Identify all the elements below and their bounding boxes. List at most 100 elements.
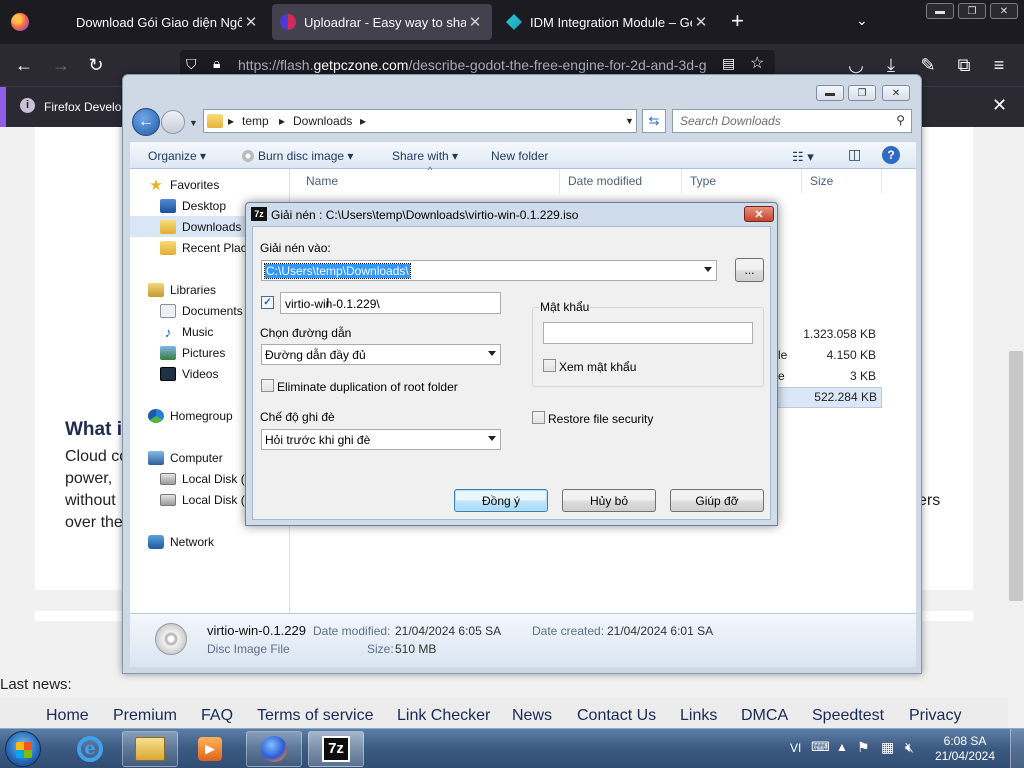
show-password-checkbox[interactable]: [543, 359, 556, 372]
eliminate-duplication-label[interactable]: Eliminate duplication of root folder: [277, 380, 458, 394]
column-header-date[interactable]: Date modified: [560, 169, 682, 193]
show-password-label[interactable]: Xem mật khẩu: [559, 360, 636, 374]
close-window-button[interactable]: ✕: [990, 3, 1018, 19]
footer-link-premium[interactable]: Premium: [113, 707, 177, 725]
dialog-title-bar[interactable]: 7z Giải nén : C:\Users\temp\Downloads\vi…: [246, 203, 777, 226]
address-bar[interactable]: ▸ temp ▸ Downloads ▸ ▼: [203, 109, 637, 133]
path-mode-select[interactable]: Đường dẫn đầy đủ: [261, 344, 501, 365]
tracking-shield-icon[interactable]: ⛉: [186, 56, 197, 73]
bookmark-star-icon[interactable]: ☆: [750, 53, 764, 73]
breadcrumb-separator-icon[interactable]: ▸: [279, 114, 285, 128]
forward-arrow-icon[interactable]: [161, 110, 185, 134]
pocket-icon[interactable]: ◡: [845, 54, 867, 76]
footer-link-home[interactable]: Home: [46, 707, 89, 725]
cancel-button[interactable]: Hủy bỏ: [562, 489, 656, 512]
footer-link-news[interactable]: News: [512, 707, 552, 725]
taskbar-ie[interactable]: e: [62, 731, 118, 767]
extract-to-combo[interactable]: C:\Users\temp\Downloads\: [261, 260, 717, 281]
tab-uploadrar[interactable]: Uploadrar - Easy way to share y ✕: [272, 4, 492, 40]
share-with-button[interactable]: Share with ▾: [392, 149, 458, 163]
clock[interactable]: 6:08 SA 21/04/2024: [930, 734, 1000, 764]
lock-icon[interactable]: 🔒︎: [213, 55, 220, 72]
explorer-close-button[interactable]: ✕: [882, 85, 910, 101]
column-header-name[interactable]: Name ^: [290, 165, 560, 193]
list-all-tabs-button[interactable]: ⌄: [856, 12, 868, 29]
preview-pane-icon[interactable]: ◫: [848, 146, 861, 163]
taskbar-firefox[interactable]: [246, 731, 302, 767]
search-input[interactable]: Search Downloads ⚲: [672, 109, 912, 133]
footer-link-speedtest[interactable]: Speedtest: [812, 707, 884, 725]
show-hidden-icons-icon[interactable]: ▲: [836, 740, 848, 754]
tab-close-icon[interactable]: ✕: [242, 13, 260, 31]
burn-disc-image-button[interactable]: Burn disc image ▾: [242, 149, 353, 163]
chevron-down-icon[interactable]: [488, 351, 496, 356]
reload-icon[interactable]: ↻: [85, 54, 107, 76]
start-button[interactable]: [5, 731, 41, 767]
minimize-window-button[interactable]: ▬: [926, 3, 954, 19]
help-icon[interactable]: ?: [882, 146, 900, 164]
change-view-icon[interactable]: ☷ ▾: [792, 149, 814, 165]
explorer-maximize-button[interactable]: ❐: [848, 85, 876, 101]
search-icon[interactable]: ⚲: [896, 113, 905, 127]
footer-link-privacy[interactable]: Privacy: [909, 707, 961, 725]
action-center-flag-icon[interactable]: ⚑: [857, 739, 870, 756]
recent-pages-dropdown-icon[interactable]: ▼: [189, 118, 198, 128]
tab-close-icon[interactable]: ✕: [692, 13, 710, 31]
footer-link-dmca[interactable]: DMCA: [741, 707, 788, 725]
download-icon[interactable]: ⤓: [880, 54, 902, 76]
footer-link-checker[interactable]: Link Checker: [397, 707, 490, 725]
browse-button[interactable]: ...: [735, 258, 764, 282]
tab-idm[interactable]: IDM Integration Module – Get th ✕: [498, 4, 718, 40]
column-header-type[interactable]: Type: [682, 169, 802, 193]
nav-favorites[interactable]: ★ Favorites: [130, 174, 290, 195]
page-scrollbar-thumb[interactable]: [1009, 351, 1023, 601]
footer-link-terms[interactable]: Terms of service: [257, 707, 373, 725]
eliminate-duplication-checkbox[interactable]: [261, 379, 274, 392]
subfolder-input[interactable]: virtio-win-0.1.229\ I: [280, 292, 501, 314]
restore-security-checkbox[interactable]: [532, 411, 545, 424]
footer-link-faq[interactable]: FAQ: [201, 707, 233, 725]
breadcrumb-temp[interactable]: temp: [242, 114, 269, 128]
breadcrumb-downloads[interactable]: Downloads: [293, 114, 352, 128]
explorer-minimize-button[interactable]: ▬: [816, 85, 844, 101]
dialog-close-button[interactable]: ✕: [744, 206, 774, 222]
address-dropdown-icon[interactable]: ▼: [625, 116, 634, 126]
menu-icon[interactable]: ≡: [988, 54, 1010, 76]
tab-download-goi[interactable]: Download Gói Giao diện Ngôn n ✕: [68, 4, 268, 40]
breadcrumb-separator-icon[interactable]: ▸: [360, 114, 366, 128]
ok-button[interactable]: Đồng ý: [454, 489, 548, 512]
language-indicator[interactable]: VI: [790, 741, 801, 755]
chevron-down-icon[interactable]: [488, 436, 496, 441]
close-notice-icon[interactable]: ✕: [992, 95, 1007, 116]
extensions-icon[interactable]: ⧉: [953, 54, 975, 76]
restore-window-button[interactable]: ❐: [958, 3, 986, 19]
footer-link-contact[interactable]: Contact Us: [577, 707, 656, 725]
footer-link-links[interactable]: Links: [680, 707, 717, 725]
column-header-size[interactable]: Size: [802, 169, 882, 193]
network-status-icon[interactable]: ▦: [881, 739, 894, 756]
reader-view-icon[interactable]: ▤: [722, 55, 735, 72]
url-text[interactable]: https://flash.getpczone.com/describe-god…: [238, 57, 708, 73]
restore-security-label[interactable]: Restore file security: [548, 412, 653, 426]
new-folder-button[interactable]: New folder: [491, 149, 548, 163]
show-desktop-button[interactable]: [1010, 729, 1024, 768]
back-arrow-icon[interactable]: ←: [13, 54, 35, 76]
wrench-icon[interactable]: ✎: [917, 54, 939, 76]
forward-arrow-icon[interactable]: →: [50, 54, 72, 76]
organize-button[interactable]: Organize ▾: [148, 149, 206, 163]
tab-close-icon[interactable]: ✕: [466, 13, 484, 31]
password-input[interactable]: [543, 322, 753, 344]
chevron-down-icon[interactable]: [704, 267, 712, 272]
keyboard-icon[interactable]: ⌨: [811, 739, 830, 755]
overwrite-mode-select[interactable]: Hỏi trước khi ghi đè: [261, 429, 501, 450]
taskbar-7zip[interactable]: 7z: [308, 731, 364, 767]
nav-network[interactable]: Network: [130, 531, 290, 552]
volume-muted-icon[interactable]: 🔇︎: [905, 739, 914, 756]
back-arrow-icon[interactable]: ←: [132, 108, 160, 136]
refresh-icon[interactable]: ⇆: [642, 109, 666, 133]
help-button[interactable]: Giúp đỡ: [670, 489, 764, 512]
taskbar-explorer[interactable]: [122, 731, 178, 767]
taskbar-media-player[interactable]: ▶: [182, 731, 238, 767]
subfolder-checkbox[interactable]: ✓: [261, 296, 274, 309]
new-tab-button[interactable]: +: [731, 10, 744, 32]
